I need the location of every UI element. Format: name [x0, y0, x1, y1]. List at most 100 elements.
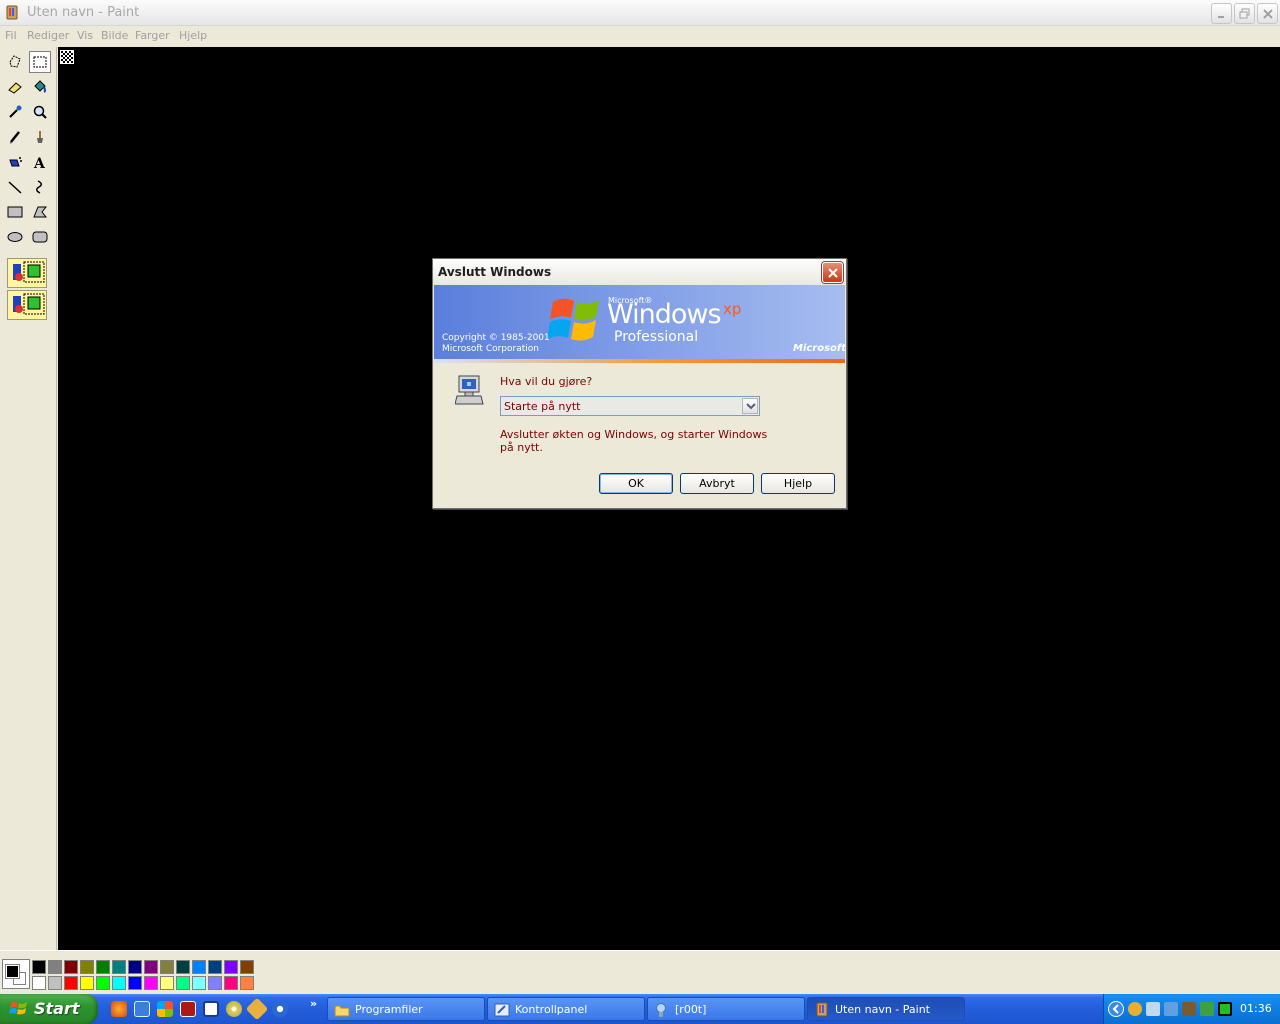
- windows-wordmark: Windows: [607, 299, 722, 330]
- color-swatch[interactable]: [208, 976, 222, 990]
- color-swatch[interactable]: [160, 976, 174, 990]
- dialog-close-button[interactable]: [822, 262, 843, 283]
- color-swatch[interactable]: [144, 960, 158, 974]
- color-swatch[interactable]: [176, 960, 190, 974]
- dialog-title-bar[interactable]: Avslutt Windows: [433, 259, 846, 285]
- menu-hjelp[interactable]: Hjelp: [179, 29, 207, 42]
- minimize-button[interactable]: [1211, 3, 1232, 24]
- transparency-option-transparent[interactable]: [7, 290, 47, 320]
- color-swatch[interactable]: [32, 976, 46, 990]
- free-select-icon: [9, 55, 21, 68]
- tools-icon[interactable]: [245, 997, 269, 1021]
- color-swatch[interactable]: [160, 960, 174, 974]
- pencil-tool[interactable]: [4, 126, 26, 148]
- edition-label: Professional: [614, 329, 699, 345]
- color-swatch[interactable]: [64, 960, 78, 974]
- airbrush-tool[interactable]: [4, 151, 26, 173]
- foreground-color: [5, 964, 20, 979]
- media-player-icon[interactable]: [272, 1001, 288, 1017]
- color-swatch[interactable]: [48, 976, 62, 990]
- shutdown-action-dropdown[interactable]: Starte på nytt: [500, 396, 760, 416]
- tray-app-icon-3[interactable]: [1164, 1002, 1178, 1016]
- color-swatch[interactable]: [128, 976, 142, 990]
- show-hidden-icons-button[interactable]: [1108, 1001, 1124, 1017]
- rectangle-tool[interactable]: [4, 201, 26, 223]
- rect-select-tool[interactable]: [29, 51, 51, 73]
- color-picker-tool[interactable]: [4, 101, 26, 123]
- firefox-icon[interactable]: [111, 1001, 127, 1017]
- task-programfiler[interactable]: Programfiler: [327, 997, 485, 1021]
- pencil-icon: [9, 131, 20, 144]
- cancel-button[interactable]: Avbryt: [680, 473, 754, 494]
- color-swatch[interactable]: [48, 960, 62, 974]
- tray-app-icon-5[interactable]: [1200, 1002, 1214, 1016]
- free-select-tool[interactable]: [4, 51, 26, 73]
- color-swatch[interactable]: [96, 976, 110, 990]
- line-icon: [8, 181, 22, 194]
- rounded-rect-tool[interactable]: [29, 226, 51, 248]
- task-kontrollpanel[interactable]: Kontrollpanel: [487, 997, 645, 1021]
- color-swatch[interactable]: [128, 960, 142, 974]
- polygon-tool[interactable]: [29, 201, 51, 223]
- text-tool[interactable]: A: [29, 151, 51, 173]
- color-swatch[interactable]: [192, 960, 206, 974]
- task-r00t[interactable]: [r00t]: [647, 997, 805, 1021]
- curve-tool[interactable]: [29, 176, 51, 198]
- magnifier-tool[interactable]: [29, 101, 51, 123]
- paint-app-icon: [6, 5, 18, 20]
- color-swatch[interactable]: [240, 976, 254, 990]
- restore-icon: [1239, 8, 1250, 19]
- color-swatch[interactable]: [80, 976, 94, 990]
- ie-icon[interactable]: [134, 1001, 150, 1017]
- color-swatch[interactable]: [112, 976, 126, 990]
- transparency-option-opaque[interactable]: [7, 258, 47, 288]
- windows-update-icon[interactable]: [157, 1001, 173, 1017]
- color-swatch[interactable]: [224, 960, 238, 974]
- paint-title-bar[interactable]: Uten navn - Paint: [0, 0, 1280, 26]
- task-paint[interactable]: Uten navn - Paint: [807, 997, 965, 1021]
- line-tool[interactable]: [4, 176, 26, 198]
- task-label: [r00t]: [675, 1003, 707, 1016]
- cd-icon[interactable]: [226, 1001, 242, 1017]
- rounded-rectangle-icon: [32, 231, 48, 243]
- color-swatch[interactable]: [192, 976, 206, 990]
- restore-button[interactable]: [1234, 3, 1255, 24]
- menu-rediger[interactable]: Rediger: [27, 29, 69, 42]
- l-app-icon[interactable]: [203, 1001, 219, 1017]
- ok-button[interactable]: OK: [599, 473, 673, 494]
- tray-app-icon-4[interactable]: [1182, 1002, 1196, 1016]
- color-swatch[interactable]: [176, 976, 190, 990]
- color-swatch[interactable]: [208, 960, 222, 974]
- eraser-tool[interactable]: [4, 76, 26, 98]
- computer-icon: [455, 375, 484, 405]
- menu-fil[interactable]: Fil: [5, 29, 17, 42]
- help-button[interactable]: Hjelp: [761, 473, 835, 494]
- dropdown-arrow-button[interactable]: [742, 398, 758, 414]
- menu-vis[interactable]: Vis: [77, 29, 93, 42]
- action-description: Avslutter økten og Windows, og starter W…: [500, 428, 768, 454]
- brush-tool[interactable]: [29, 126, 51, 148]
- tray-app-icon-1[interactable]: [1128, 1002, 1142, 1016]
- color-swatch[interactable]: [112, 960, 126, 974]
- tray-app-icon-6[interactable]: [1218, 1002, 1232, 1016]
- color-swatch[interactable]: [144, 976, 158, 990]
- color-swatch[interactable]: [80, 960, 94, 974]
- color-swatch[interactable]: [96, 960, 110, 974]
- ellipse-tool[interactable]: [4, 226, 26, 248]
- media-app-icon[interactable]: [180, 1001, 196, 1017]
- menu-farger[interactable]: Farger: [135, 29, 170, 42]
- quick-launch-more[interactable]: »: [310, 997, 317, 1010]
- chevron-left-icon: [1112, 1004, 1119, 1014]
- close-button[interactable]: [1257, 3, 1278, 24]
- color-swatch[interactable]: [64, 976, 78, 990]
- canvas-resize-handle[interactable]: [60, 50, 74, 64]
- tray-app-icon-2[interactable]: [1146, 1002, 1160, 1016]
- fill-tool[interactable]: [29, 76, 51, 98]
- color-swatch[interactable]: [224, 976, 238, 990]
- window-title: Uten navn - Paint: [27, 5, 140, 20]
- chevron-down-icon: [746, 403, 756, 410]
- start-button[interactable]: Start: [0, 994, 98, 1024]
- color-swatch[interactable]: [32, 960, 46, 974]
- menu-bilde[interactable]: Bilde: [101, 29, 128, 42]
- color-swatch[interactable]: [240, 960, 254, 974]
